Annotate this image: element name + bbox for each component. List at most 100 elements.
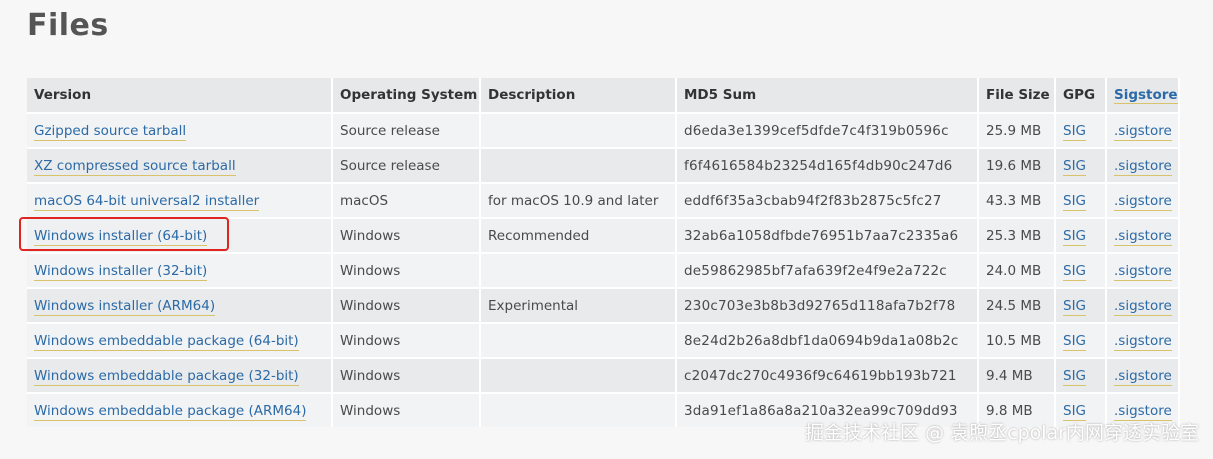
sigstore-link[interactable]: .sigstore xyxy=(1114,262,1172,281)
gpg-cell: SIG xyxy=(1055,252,1107,288)
md5-cell: 8e24d2b26a8dbf1da0694b9da1a08b2c xyxy=(676,322,979,358)
sigstore-cell: .sigstore xyxy=(1106,252,1180,288)
sigstore-cell: .sigstore xyxy=(1106,147,1180,183)
download-link[interactable]: Windows embeddable package (ARM64) xyxy=(34,402,307,421)
header-sigstore[interactable]: Sigstore xyxy=(1106,78,1180,113)
os-cell: Windows xyxy=(332,217,481,253)
gpg-sig-link[interactable]: SIG xyxy=(1063,262,1087,281)
page-title: Files xyxy=(27,8,109,43)
sigstore-link[interactable]: .sigstore xyxy=(1114,192,1172,211)
header-description: Description xyxy=(480,78,677,113)
os-cell: Windows xyxy=(332,357,481,393)
size-cell: 43.3 MB xyxy=(978,182,1056,218)
description-cell xyxy=(480,252,677,288)
gpg-cell: SIG xyxy=(1055,357,1107,393)
download-link[interactable]: Windows embeddable package (64-bit) xyxy=(34,332,299,351)
gpg-cell: SIG xyxy=(1055,112,1107,148)
size-cell: 24.0 MB xyxy=(978,252,1056,288)
files-page: Files Version Operating System Descripti… xyxy=(0,0,1213,459)
os-cell: Source release xyxy=(332,147,481,183)
table-row: Windows installer (32-bit) Windows de598… xyxy=(27,252,1180,288)
gpg-cell: SIG xyxy=(1055,147,1107,183)
sigstore-link[interactable]: .sigstore xyxy=(1114,157,1172,176)
description-cell xyxy=(480,322,677,358)
version-cell: Windows embeddable package (ARM64) xyxy=(27,392,333,427)
sigstore-cell: .sigstore xyxy=(1106,287,1180,323)
md5-cell: c2047dc270c4936f9c64619bb193b721 xyxy=(676,357,979,393)
size-cell: 10.5 MB xyxy=(978,322,1056,358)
gpg-sig-link[interactable]: SIG xyxy=(1063,297,1087,316)
sigstore-cell: .sigstore xyxy=(1106,322,1180,358)
header-size: File Size xyxy=(978,78,1056,113)
md5-cell: de59862985bf7afa639f2e4f9e2a722c xyxy=(676,252,979,288)
md5-cell: d6eda3e1399cef5dfde7c4f319b0596c xyxy=(676,112,979,148)
version-cell: Windows installer (ARM64) xyxy=(27,287,333,323)
table-row: Windows embeddable package (64-bit) Wind… xyxy=(27,322,1180,358)
md5-cell: 32ab6a1058dfbde76951b7aa7c2335a6 xyxy=(676,217,979,253)
description-cell xyxy=(480,357,677,393)
version-cell: Windows embeddable package (32-bit) xyxy=(27,357,333,393)
table-row: Windows installer (ARM64) Windows Experi… xyxy=(27,287,1180,323)
description-cell xyxy=(480,392,677,427)
download-link[interactable]: XZ compressed source tarball xyxy=(34,157,236,176)
download-link[interactable]: Windows installer (32-bit) xyxy=(34,262,208,281)
gpg-cell: SIG xyxy=(1055,322,1107,358)
description-cell xyxy=(480,112,677,148)
sigstore-link[interactable]: .sigstore xyxy=(1114,297,1172,316)
version-cell: Windows embeddable package (64-bit) xyxy=(27,322,333,358)
version-cell: XZ compressed source tarball xyxy=(27,147,333,183)
watermark-text: 掘金技术社区 @ 袁煦丞cpolar内网穿透实验室 xyxy=(805,422,1199,444)
description-cell: for macOS 10.9 and later xyxy=(480,182,677,218)
sigstore-header-link[interactable]: Sigstore xyxy=(1114,87,1177,104)
sigstore-cell: .sigstore xyxy=(1106,182,1180,218)
sigstore-cell: .sigstore xyxy=(1106,357,1180,393)
sigstore-link[interactable]: .sigstore xyxy=(1114,367,1172,386)
os-cell: Windows xyxy=(332,392,481,427)
download-link[interactable]: Windows installer (ARM64) xyxy=(34,297,216,316)
size-cell: 9.4 MB xyxy=(978,357,1056,393)
download-link[interactable]: Windows installer (64-bit) xyxy=(34,227,208,246)
gpg-sig-link[interactable]: SIG xyxy=(1063,192,1087,211)
gpg-sig-link[interactable]: SIG xyxy=(1063,367,1087,386)
size-cell: 25.3 MB xyxy=(978,217,1056,253)
md5-cell: eddf6f35a3cbab94f2f83b2875c5fc27 xyxy=(676,182,979,218)
download-link[interactable]: macOS 64-bit universal2 installer xyxy=(34,192,260,211)
gpg-cell: SIG xyxy=(1055,287,1107,323)
description-cell: Experimental xyxy=(480,287,677,323)
header-os: Operating System xyxy=(332,78,481,113)
table-header-row: Version Operating System Description MD5… xyxy=(27,78,1180,113)
os-cell: Windows xyxy=(332,252,481,288)
md5-cell: f6f4616584b23254d165f4db90c247d6 xyxy=(676,147,979,183)
version-cell: Windows installer (32-bit) xyxy=(27,252,333,288)
download-link[interactable]: Gzipped source tarball xyxy=(34,122,187,141)
gpg-sig-link[interactable]: SIG xyxy=(1063,157,1087,176)
version-cell: Gzipped source tarball xyxy=(27,112,333,148)
gpg-sig-link[interactable]: SIG xyxy=(1063,122,1087,141)
header-gpg: GPG xyxy=(1055,78,1107,113)
sigstore-cell: .sigstore xyxy=(1106,217,1180,253)
sigstore-cell: .sigstore xyxy=(1106,112,1180,148)
os-cell: Windows xyxy=(332,287,481,323)
download-link[interactable]: Windows embeddable package (32-bit) xyxy=(34,367,299,386)
os-cell: Windows xyxy=(332,322,481,358)
size-cell: 19.6 MB xyxy=(978,147,1056,183)
size-cell: 25.9 MB xyxy=(978,112,1056,148)
md5-cell: 230c703e3b8b3d92765d118afa7b2f78 xyxy=(676,287,979,323)
sigstore-link[interactable]: .sigstore xyxy=(1114,227,1172,246)
gpg-sig-link[interactable]: SIG xyxy=(1063,332,1087,351)
table-row: macOS 64-bit universal2 installer macOS … xyxy=(27,182,1180,218)
sigstore-link[interactable]: .sigstore xyxy=(1114,122,1172,141)
os-cell: Source release xyxy=(332,112,481,148)
table-row-highlighted: Windows installer (64-bit) Windows Recom… xyxy=(27,217,1180,253)
os-cell: macOS xyxy=(332,182,481,218)
description-cell: Recommended xyxy=(480,217,677,253)
sigstore-link[interactable]: .sigstore xyxy=(1114,332,1172,351)
size-cell: 24.5 MB xyxy=(978,287,1056,323)
version-cell: macOS 64-bit universal2 installer xyxy=(27,182,333,218)
description-cell xyxy=(480,147,677,183)
gpg-sig-link[interactable]: SIG xyxy=(1063,227,1087,246)
version-cell: Windows installer (64-bit) xyxy=(27,217,333,253)
header-md5: MD5 Sum xyxy=(676,78,979,113)
files-table: Version Operating System Description MD5… xyxy=(27,78,1180,427)
gpg-cell: SIG xyxy=(1055,182,1107,218)
